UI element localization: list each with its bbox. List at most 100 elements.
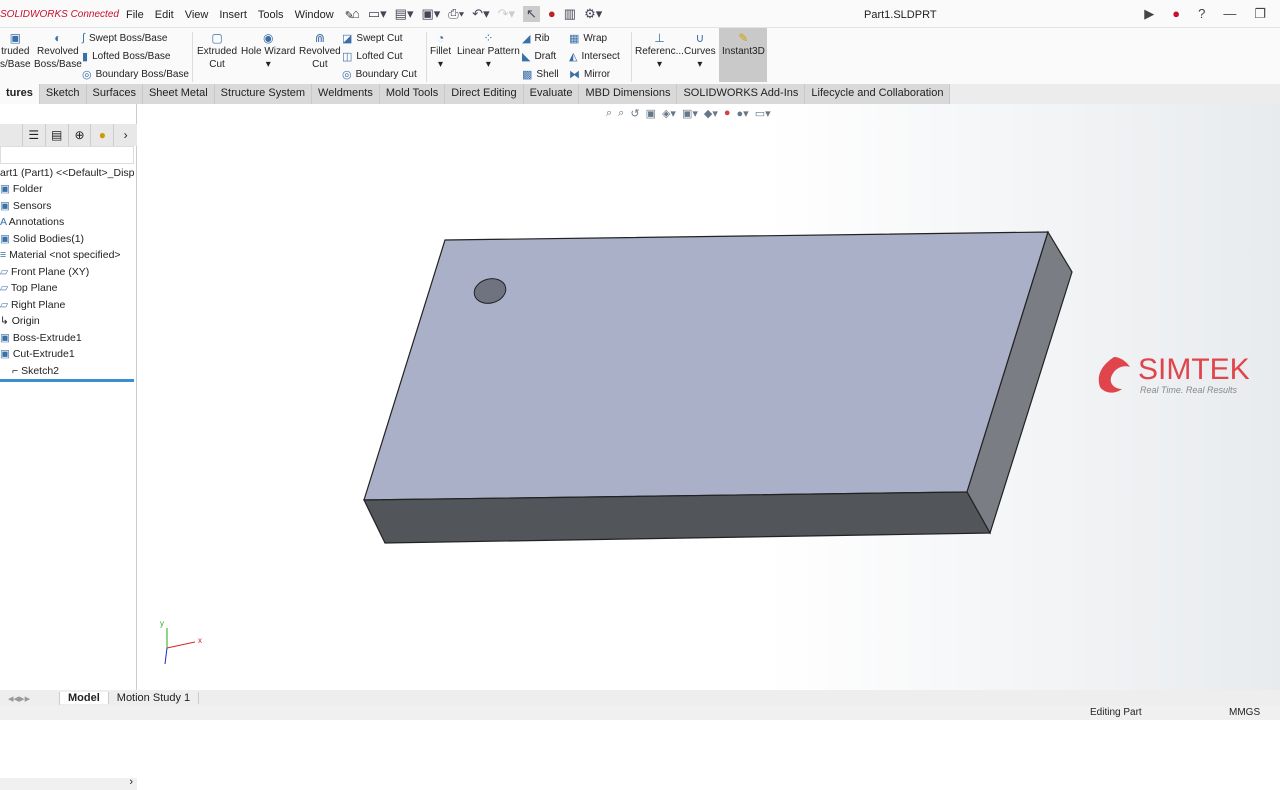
- rollback-bar[interactable]: [0, 379, 134, 382]
- units-selector[interactable]: MMGS: [1229, 707, 1260, 718]
- menu-window[interactable]: Window: [295, 9, 334, 22]
- menu-insert[interactable]: Insert: [219, 9, 247, 22]
- new-icon[interactable]: ▭▾: [368, 6, 387, 22]
- instant3d-button[interactable]: ✎ Instant3D: [719, 28, 767, 82]
- options-gear-icon[interactable]: ⚙▾: [584, 6, 602, 22]
- command-icon[interactable]: ▶: [1144, 6, 1154, 22]
- rib-button[interactable]: ◢ Rib: [522, 32, 549, 45]
- mirror-button[interactable]: ⧓ Mirror: [569, 68, 610, 81]
- rebuild-icon[interactable]: ●: [548, 6, 556, 22]
- print-icon[interactable]: ⎙▾: [448, 6, 464, 22]
- tree-item-solid-bodies[interactable]: ▣ Solid Bodies(1): [0, 233, 84, 245]
- redo-icon[interactable]: ↷▾: [498, 6, 515, 22]
- swept-cut-icon: ◪: [342, 33, 353, 45]
- appearance-icon[interactable]: ●: [724, 107, 731, 120]
- fillet-button[interactable]: ◔ Fillet ▾: [430, 32, 451, 71]
- undo-icon[interactable]: ↶▾: [472, 6, 489, 22]
- extruded-cut-button[interactable]: ▢ Extruded Cut: [197, 32, 237, 71]
- previous-view-icon[interactable]: ↺: [630, 107, 639, 120]
- swept-boss-button[interactable]: ∫ Swept Boss/Base: [82, 32, 167, 44]
- tab-direct-editing[interactable]: Direct Editing: [445, 84, 524, 104]
- display-settings-icon[interactable]: ▭▾: [755, 107, 771, 120]
- tree-item-material[interactable]: ≡ Material <not specified>: [0, 249, 121, 261]
- revolved-cut-button[interactable]: ⋒ Revolved Cut: [299, 32, 341, 71]
- tab-evaluate[interactable]: Evaluate: [523, 84, 580, 104]
- tree-filter-input[interactable]: [0, 146, 134, 164]
- open-icon[interactable]: ▤▾: [395, 6, 414, 22]
- boundary-cut-button[interactable]: ◎ Boundary Cut: [342, 68, 417, 81]
- revolved-boss-button[interactable]: ◐ Revolved Boss/Base: [34, 32, 82, 71]
- feature-manager-tab-icon[interactable]: [0, 124, 23, 146]
- tab-motion-study-1[interactable]: Motion Study 1: [109, 692, 200, 704]
- display-style-icon[interactable]: ▣▾: [682, 107, 698, 120]
- menu-view[interactable]: View: [185, 9, 209, 22]
- help-icon[interactable]: ?: [1198, 6, 1205, 22]
- tab-model[interactable]: Model: [60, 692, 109, 704]
- tree-item-sensors[interactable]: ▣ Sensors: [0, 200, 51, 212]
- tree-item-boss-extrude1[interactable]: ▣ Boss-Extrude1: [0, 332, 82, 344]
- tab-mold-tools[interactable]: Mold Tools: [379, 84, 446, 104]
- loft-icon: ▮: [82, 51, 89, 63]
- tab-sketch[interactable]: Sketch: [39, 84, 87, 104]
- intersect-button[interactable]: ◭ Intersect: [569, 50, 620, 63]
- boundary-icon: ◎: [82, 69, 92, 81]
- tree-horizontal-scrollbar[interactable]: ›: [0, 776, 137, 790]
- display-manager-icon[interactable]: ●: [91, 124, 115, 146]
- hide-show-icon[interactable]: ◆▾: [704, 107, 718, 120]
- sensor-icon: ▣: [0, 200, 10, 212]
- menu-edit[interactable]: Edit: [155, 9, 174, 22]
- shell-button[interactable]: ▩ Shell: [522, 68, 559, 81]
- feature-manager-tree: ☰ ▤ ⊕ ● › art1 (Part1) <<Default>_Disp ▣…: [0, 104, 137, 790]
- tree-item-top-plane[interactable]: ▱ Top Plane: [0, 282, 58, 294]
- scene-icon[interactable]: ●▾: [737, 107, 749, 120]
- menu-tools[interactable]: Tools: [258, 9, 284, 22]
- extruded-boss-button[interactable]: ▣ truded s/Base: [0, 32, 31, 71]
- section-view-icon[interactable]: ▣: [646, 107, 656, 120]
- tree-item-sketch2[interactable]: ⌐ Sketch2: [12, 365, 59, 377]
- tab-sheet-metal[interactable]: Sheet Metal: [142, 84, 215, 104]
- tab-mbd-dimensions[interactable]: MBD Dimensions: [579, 84, 678, 104]
- tab-structure-system[interactable]: Structure System: [214, 84, 313, 104]
- restore-icon[interactable]: ❐: [1254, 6, 1266, 22]
- zoom-area-icon[interactable]: ⌕: [618, 107, 624, 120]
- view-orientation-icon[interactable]: ◈▾: [662, 107, 676, 120]
- lofted-boss-button[interactable]: ▮ Lofted Boss/Base: [82, 50, 170, 63]
- zoom-to-fit-icon[interactable]: ⌕: [606, 107, 612, 120]
- intersect-icon: ◭: [569, 51, 578, 63]
- tree-item-cut-extrude1[interactable]: ▣ Cut-Extrude1: [0, 348, 75, 360]
- tab-solidworks-add-ins[interactable]: SOLIDWORKS Add-Ins: [677, 84, 806, 104]
- tree-item-right-plane[interactable]: ▱ Right Plane: [0, 299, 65, 311]
- tree-item-annotations[interactable]: A Annotations: [0, 216, 64, 228]
- swept-cut-button[interactable]: ◪ Swept Cut: [342, 32, 403, 45]
- tab-lifecycle-collaboration[interactable]: Lifecycle and Collaboration: [805, 84, 951, 104]
- folder-icon: ▣: [0, 183, 10, 195]
- curves-button[interactable]: ∪ Curves ▾: [684, 32, 716, 71]
- tab-weldments[interactable]: Weldments: [312, 84, 380, 104]
- minimize-icon[interactable]: —: [1223, 6, 1236, 22]
- tab-surfaces[interactable]: Surfaces: [86, 84, 143, 104]
- tab-features[interactable]: tures: [0, 84, 40, 104]
- save-icon[interactable]: ▣▾: [421, 6, 440, 22]
- property-manager-icon[interactable]: ▤: [46, 124, 69, 146]
- configuration-manager-icon[interactable]: ⊕: [69, 124, 92, 146]
- tree-item-origin[interactable]: ↳ Origin: [0, 315, 40, 327]
- draft-button[interactable]: ◣ Draft: [522, 50, 556, 63]
- reference-geometry-button[interactable]: ⊥ Referenc... ▾: [635, 32, 684, 71]
- expand-chevron-icon[interactable]: ›: [114, 124, 137, 146]
- file-properties-icon[interactable]: ▥: [564, 6, 576, 22]
- tree-item-folder[interactable]: ▣ Folder: [0, 183, 43, 195]
- lofted-cut-button[interactable]: ◫ Lofted Cut: [342, 50, 403, 63]
- menu-file[interactable]: File: [126, 9, 144, 22]
- feature-tree-icon[interactable]: ☰: [23, 124, 46, 146]
- wrap-button[interactable]: ▦ Wrap: [569, 32, 607, 45]
- scroll-right-icon[interactable]: ›: [129, 776, 133, 788]
- tree-item-front-plane[interactable]: ▱ Front Plane (XY): [0, 266, 89, 278]
- tab-scroll-arrows[interactable]: ◂◂▸▸: [0, 691, 60, 705]
- home-icon[interactable]: ⌂: [352, 6, 360, 22]
- select-icon[interactable]: ↖: [523, 6, 540, 22]
- boundary-boss-button[interactable]: ◎ Boundary Boss/Base: [82, 68, 189, 81]
- tree-root-part[interactable]: art1 (Part1) <<Default>_Disp: [0, 167, 135, 179]
- user-avatar[interactable]: ●: [1172, 6, 1180, 22]
- hole-wizard-button[interactable]: ◉ Hole Wizard ▾: [241, 32, 295, 71]
- linear-pattern-button[interactable]: ⁘ Linear Pattern ▾: [457, 32, 520, 71]
